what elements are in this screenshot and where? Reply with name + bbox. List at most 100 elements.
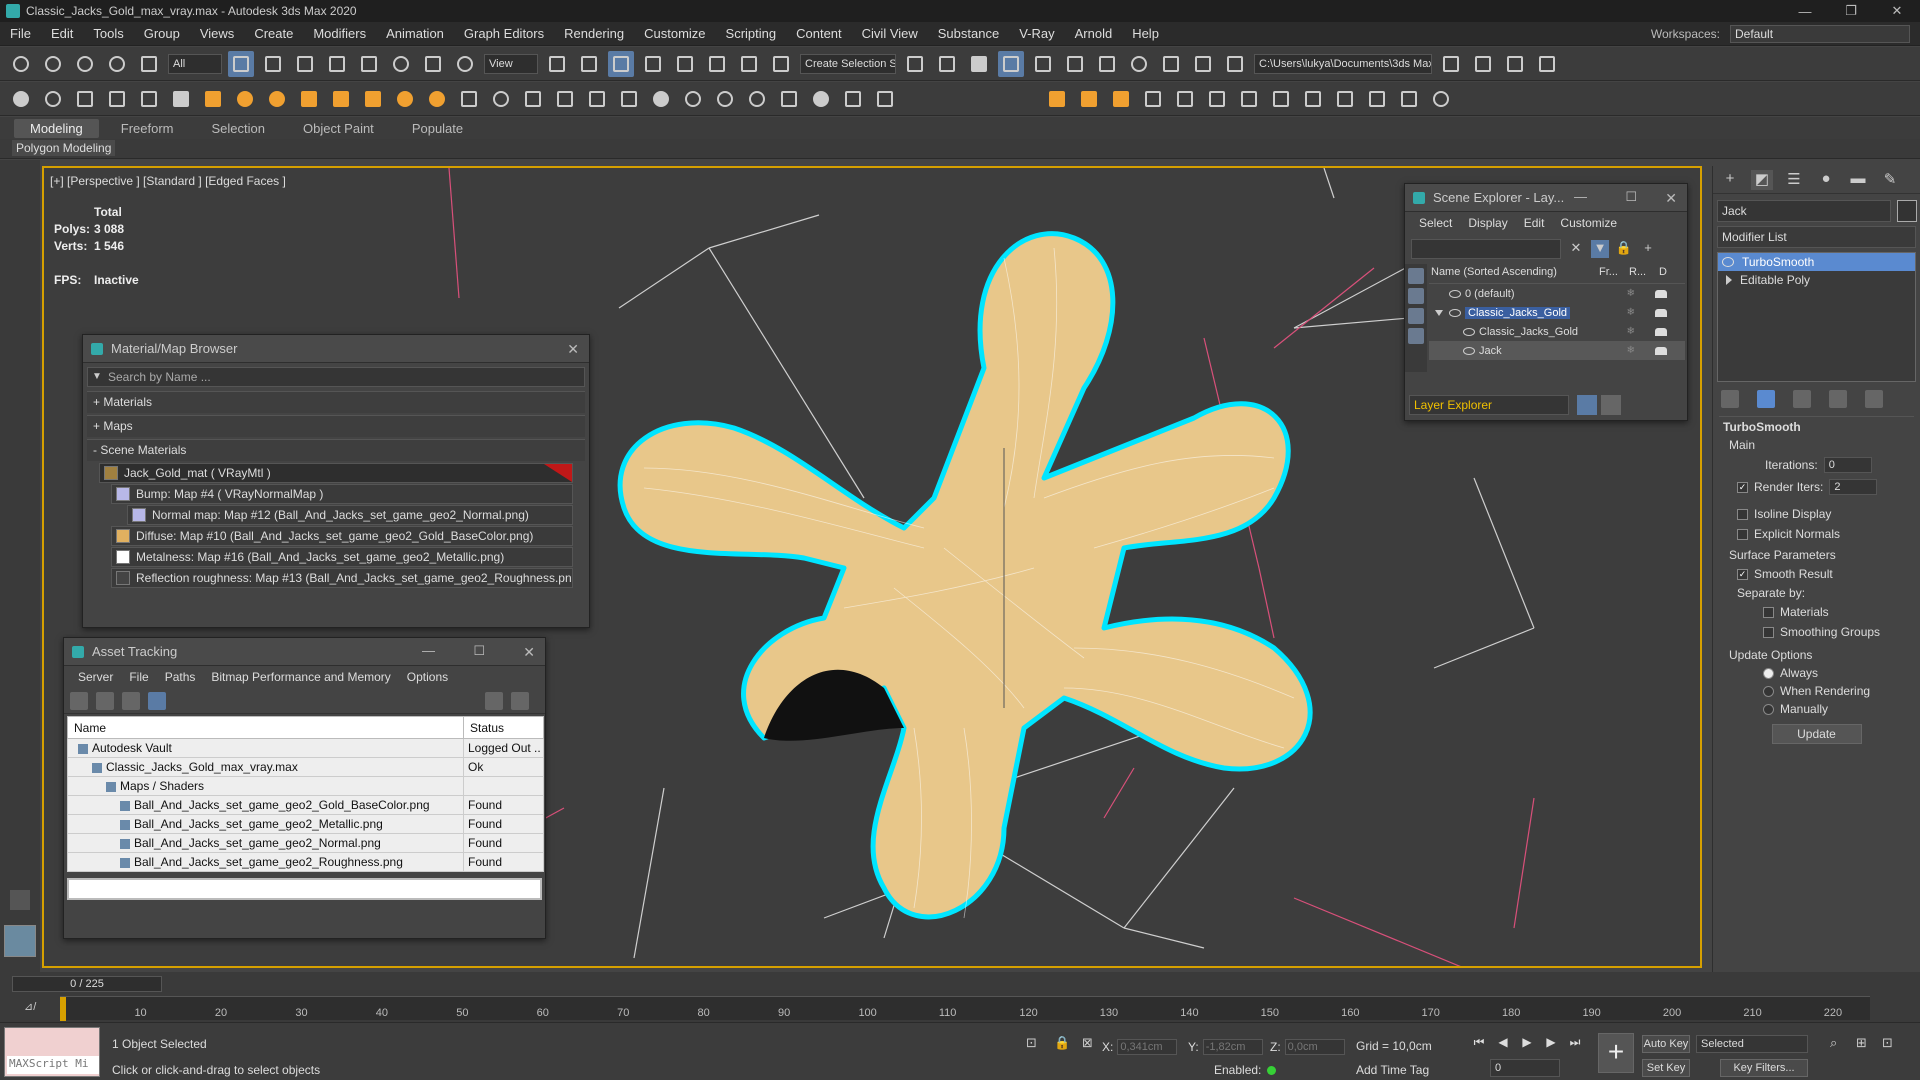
- time-slider[interactable]: 0 / 225: [12, 976, 162, 992]
- auto-key-button[interactable]: Auto Key: [1642, 1035, 1690, 1053]
- table-row[interactable]: Ball_And_Jacks_set_game_geo2_Gold_BaseCo…: [67, 795, 544, 815]
- update-button[interactable]: Update: [1771, 724, 1862, 744]
- redo-button[interactable]: [40, 51, 66, 77]
- utility-button-3[interactable]: [1204, 86, 1230, 112]
- menu-substance[interactable]: Substance: [928, 26, 1009, 41]
- menu-animation[interactable]: Animation: [376, 26, 454, 41]
- go-to-end-icon[interactable]: ⏭: [1566, 1035, 1584, 1053]
- menu-arnold[interactable]: Arnold: [1065, 26, 1123, 41]
- undo-button[interactable]: [8, 51, 34, 77]
- tool-button-2[interactable]: [40, 86, 66, 112]
- list-item[interactable]: 0 (default) ❄: [1429, 284, 1685, 303]
- tool-button-6[interactable]: [168, 86, 194, 112]
- iterations-spinner[interactable]: 0: [1823, 457, 1872, 473]
- utility-button-8[interactable]: [1396, 86, 1422, 112]
- display-lights-icon[interactable]: [1408, 308, 1424, 324]
- next-frame-icon[interactable]: ▶: [1542, 1035, 1560, 1053]
- list-item[interactable]: Jack ❄: [1429, 341, 1685, 360]
- visibility-eye-icon[interactable]: [1463, 327, 1475, 336]
- previous-frame-icon[interactable]: ◀: [1494, 1035, 1512, 1053]
- light-button-5[interactable]: [328, 86, 354, 112]
- asset-menu-options[interactable]: Options: [399, 670, 456, 684]
- utility-button-1[interactable]: [1140, 86, 1166, 112]
- table-row[interactable]: Autodesk Vault Logged Out ..: [67, 738, 544, 758]
- ribbon-tab-freeform[interactable]: Freeform: [105, 119, 190, 138]
- scene-explorer-header[interactable]: Scene Explorer - Lay... — ☐ ✕: [1405, 184, 1687, 212]
- lock-icon[interactable]: 🔒: [1615, 240, 1633, 258]
- scene-materials-section[interactable]: - Scene Materials: [87, 439, 585, 461]
- align-button[interactable]: [934, 51, 960, 77]
- renderable-teapot-icon[interactable]: [1655, 289, 1667, 298]
- separate-smoothing-checkbox[interactable]: Smoothing Groups: [1719, 622, 1914, 642]
- snaps-toggle-button[interactable]: [640, 51, 666, 77]
- project-button-3[interactable]: [1502, 51, 1528, 77]
- set-keys-icon[interactable]: +: [1598, 1033, 1634, 1073]
- curve-editor-button[interactable]: [1062, 51, 1088, 77]
- menu-file[interactable]: File: [0, 26, 41, 41]
- add-time-tag[interactable]: Add Time Tag: [1356, 1063, 1429, 1077]
- vray-material-button-6[interactable]: [808, 86, 834, 112]
- update-manually-radio[interactable]: Manually: [1719, 700, 1914, 718]
- adaptive-degradation[interactable]: Enabled:: [1214, 1063, 1277, 1077]
- table-view-icon[interactable]: [148, 691, 166, 710]
- menu-group[interactable]: Group: [134, 26, 190, 41]
- jack-object[interactable]: [617, 231, 1313, 920]
- utility-button-6[interactable]: [1332, 86, 1358, 112]
- vray-tool-button-1[interactable]: [840, 86, 866, 112]
- asset-menu-bitmap-performance-and-memory[interactable]: Bitmap Performance and Memory: [203, 670, 398, 684]
- menu-tools[interactable]: Tools: [83, 26, 133, 41]
- polygon-modeling-tab[interactable]: Polygon Modeling: [12, 140, 116, 156]
- utility-button-4[interactable]: [1268, 86, 1294, 112]
- asset-menu-server[interactable]: Server: [70, 670, 121, 684]
- percent-snap-button[interactable]: [704, 51, 730, 77]
- display-tab-icon[interactable]: ▬: [1847, 170, 1869, 190]
- track-bar[interactable]: 10 20 30 40 50 60 70 80 90 100 110 120 130 140 150 160 1…: [60, 996, 1870, 1021]
- renderable-teapot-icon[interactable]: [1655, 327, 1667, 336]
- configure-modifier-sets-icon[interactable]: [1865, 390, 1883, 408]
- toggle-scene-explorer-button[interactable]: [966, 51, 992, 77]
- render-setup-button[interactable]: [1158, 51, 1184, 77]
- table-row[interactable]: Ball_And_Jacks_set_game_geo2_Metallic.pn…: [67, 814, 544, 834]
- set-key-button[interactable]: Set Key: [1642, 1059, 1690, 1077]
- project-button-4[interactable]: [1534, 51, 1560, 77]
- utilities-tab-icon[interactable]: ✎: [1879, 170, 1901, 190]
- renderable-teapot-icon[interactable]: [1655, 308, 1667, 317]
- fp-button-2[interactable]: [1076, 86, 1102, 112]
- zoom-extents-icon[interactable]: ⊡: [1882, 1035, 1898, 1051]
- menu-content[interactable]: Content: [786, 26, 852, 41]
- asset-close-button[interactable]: ✕: [523, 644, 535, 661]
- menu-views[interactable]: Views: [190, 26, 244, 41]
- spinner-snap-button[interactable]: [736, 51, 762, 77]
- material-item[interactable]: Bump: Map #4 ( VRayNormalMap ): [111, 484, 573, 504]
- ribbon-tab-selection[interactable]: Selection: [196, 119, 281, 138]
- y-field[interactable]: -1,82cm: [1202, 1039, 1263, 1055]
- motion-tab-icon[interactable]: ●: [1815, 170, 1837, 190]
- vray-material-button-3[interactable]: [712, 86, 738, 112]
- vray-material-button-4[interactable]: [744, 86, 770, 112]
- pivot-button[interactable]: [544, 51, 570, 77]
- scene-search-input[interactable]: [1411, 239, 1561, 259]
- separate-materials-checkbox[interactable]: Materials: [1719, 602, 1914, 622]
- track-bar-icon[interactable]: ⊿/: [24, 1000, 36, 1013]
- detail-view-icon[interactable]: [122, 691, 140, 710]
- isolate-icon[interactable]: ⊡: [1026, 1035, 1042, 1051]
- scene-menu-display[interactable]: Display: [1460, 216, 1515, 230]
- material-browser-header[interactable]: Material/Map Browser ✕: [83, 335, 589, 363]
- bulb-icon[interactable]: [1722, 257, 1734, 267]
- freeze-snowflake-icon[interactable]: ❄: [1627, 307, 1635, 318]
- renderable-teapot-icon[interactable]: [1655, 346, 1667, 355]
- col-freeze-header[interactable]: Fr...: [1599, 266, 1629, 283]
- mirror-button[interactable]: [902, 51, 928, 77]
- project-path-dropdown[interactable]: C:\Users\lukya\Documents\3ds Max 2022: [1254, 53, 1432, 74]
- tool-button-4[interactable]: [104, 86, 130, 112]
- menu-v-ray[interactable]: V-Ray: [1009, 26, 1064, 41]
- render-production-button[interactable]: [1222, 51, 1248, 77]
- table-row[interactable]: Maps / Shaders: [67, 776, 544, 796]
- link-button[interactable]: [72, 51, 98, 77]
- maps-section[interactable]: + Maps: [87, 415, 585, 437]
- light-button-6[interactable]: [360, 86, 386, 112]
- create-tab-icon[interactable]: +: [1719, 170, 1741, 190]
- select-by-name-button[interactable]: [260, 51, 286, 77]
- window-crossing-button[interactable]: [324, 51, 350, 77]
- toggle-layer-explorer-button[interactable]: [998, 50, 1024, 77]
